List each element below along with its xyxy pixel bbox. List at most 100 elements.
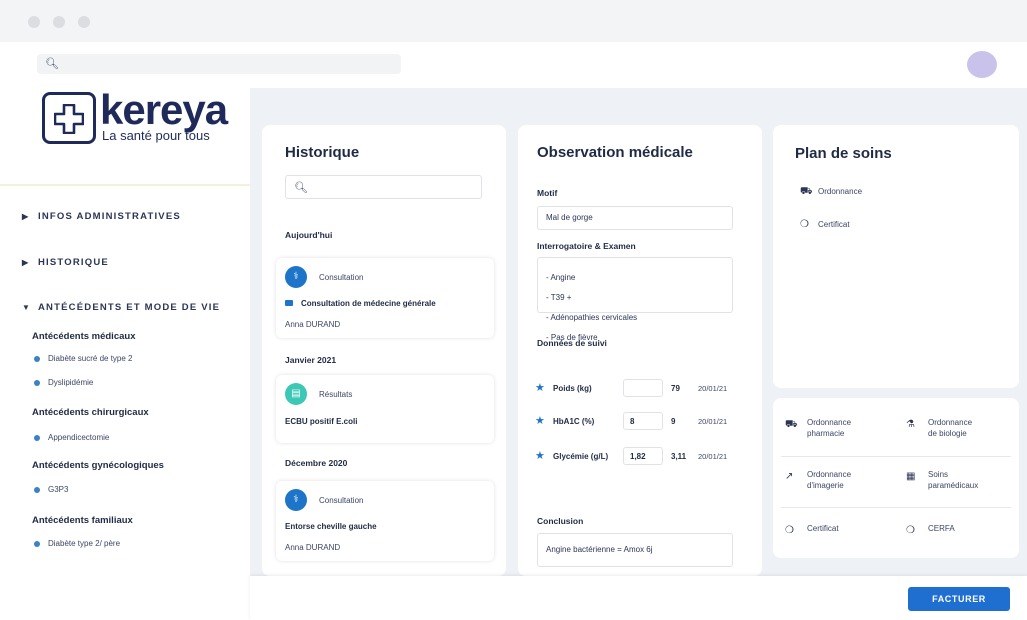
caret-right-icon: ▶	[22, 212, 30, 221]
action-ordonnance-imagerie[interactable]: ↗ Ordonnance d'imagerie	[785, 469, 885, 493]
suivi-value: 3,11	[671, 452, 687, 461]
folder-icon	[285, 300, 293, 306]
exam-textarea[interactable]: - Angine - T39 + - Adénopathies cervical…	[537, 257, 733, 342]
window-close-dot[interactable]	[28, 16, 40, 28]
facturer-button[interactable]: FACTURER	[908, 587, 1010, 611]
observation-title: Observation médicale	[537, 144, 693, 161]
antecedent-text: G3P3	[48, 485, 69, 494]
star-icon[interactable]: ★	[535, 449, 545, 462]
action-label: Ordonnance de biologie	[928, 418, 973, 438]
history-entry-consultation[interactable]: ⚕ Consultation Consultation de médecine …	[276, 258, 494, 338]
nav-historique[interactable]: ▶ HISTORIQUE	[22, 257, 109, 268]
history-entry-results[interactable]: ▤ Résultats ECBU positif E.coli	[276, 375, 494, 443]
window-maximize-dot[interactable]	[78, 16, 90, 28]
certificate-icon: ❍	[800, 219, 809, 230]
caret-down-icon: ▼	[22, 303, 32, 312]
action-ordonnance-pharmacie[interactable]: ⛟ Ordonnance pharmacie	[785, 417, 885, 441]
action-label: Certificat	[807, 524, 839, 533]
exam-label: Interrogatoire & Examen	[537, 241, 636, 251]
lab-results-icon: ▤	[285, 383, 307, 405]
plan-item-certificat[interactable]: ❍ Certificat	[800, 219, 850, 230]
suivi-row-hba1c: ★ HbA1C (%) 8 9 20/01/21	[535, 412, 755, 432]
motif-input[interactable]: Mal de gorge	[537, 206, 733, 230]
entry-description: ECBU positif E.coli	[285, 417, 358, 426]
suivi-value: 79	[671, 384, 680, 393]
truck-icon: ⛟	[785, 419, 798, 430]
action-soins-paramedicaux[interactable]: ▦ Soins paramédicaux	[906, 469, 1006, 493]
window-minimize-dot[interactable]	[53, 16, 65, 28]
bullet-icon	[34, 355, 40, 362]
divider	[781, 507, 1011, 508]
sidebar-divider	[0, 184, 250, 186]
top-search-input[interactable]: 🔍︎	[37, 54, 401, 74]
plan-title: Plan de soins	[795, 145, 892, 162]
suivi-input[interactable]: 8	[623, 412, 663, 430]
suivi-metric-label: Glycémie (g/L)	[553, 452, 609, 461]
action-cerfa[interactable]: ❍ CERFA	[906, 523, 1006, 537]
history-date-dec-2020: Décembre 2020	[285, 458, 348, 468]
history-date-jan-2021: Janvier 2021	[285, 355, 337, 365]
exam-line: - T39 +	[546, 293, 572, 302]
conclusion-label: Conclusion	[537, 516, 584, 526]
history-entry-consultation-2[interactable]: ⚕ Consultation Entorse cheville gauche A…	[276, 481, 494, 561]
antecedents-familiaux-title: Antécédents familiaux	[32, 515, 133, 526]
entry-type: Consultation	[319, 273, 364, 282]
nav-infos-administratives[interactable]: ▶ INFOS ADMINISTRATIVES	[22, 211, 181, 222]
bullet-icon	[34, 379, 40, 386]
history-search-input[interactable]: 🔍︎	[285, 175, 482, 199]
cerfa-icon: ❍	[906, 525, 915, 536]
antecedents-gynecologiques-title: Antécédents gynécologiques	[32, 460, 164, 471]
exam-line: - Angine	[546, 273, 576, 282]
care-icon: ▦	[906, 471, 916, 482]
stethoscope-icon: ⚕	[285, 266, 307, 288]
search-icon: 🔍︎	[45, 58, 59, 70]
search-icon: 🔍︎	[294, 182, 308, 194]
history-date-today: Aujourd'hui	[285, 230, 333, 240]
action-label: Ordonnance pharmacie	[807, 418, 852, 438]
logo-cross-icon	[42, 92, 96, 144]
plan-card	[773, 125, 1019, 388]
entry-author: Anna DURAND	[285, 543, 341, 552]
suivi-input[interactable]	[623, 379, 663, 397]
plan-item-ordonnance[interactable]: ⛟ Ordonnance	[800, 186, 862, 199]
brand-name: kereya	[100, 86, 228, 133]
flask-icon: ⚗	[906, 419, 915, 430]
certificate-icon: ❍	[785, 525, 794, 536]
caret-right-icon: ▶	[22, 258, 30, 267]
suivi-row-poids: ★ Poids (kg) 79 20/01/21	[535, 379, 755, 399]
stethoscope-icon: ⚕	[285, 489, 307, 511]
kereya-logo: kereya La santé pour tous	[42, 86, 242, 148]
suivi-date: 20/01/21	[698, 452, 728, 461]
suivi-input[interactable]: 1,82	[623, 447, 663, 465]
bullet-icon	[34, 486, 40, 493]
nav-label: INFOS ADMINISTRATIVES	[38, 211, 181, 222]
entry-description: Entorse cheville gauche	[285, 522, 377, 531]
nav-label: HISTORIQUE	[38, 257, 109, 268]
window-titlebar	[0, 0, 1027, 42]
antecedent-text: Dyslipidémie	[48, 378, 94, 387]
nav-antecedents[interactable]: ▼ ANTÉCÉDENTS ET MODE DE VIE	[22, 302, 220, 313]
historique-title: Historique	[285, 144, 360, 161]
motif-label: Motif	[537, 188, 558, 198]
antecedent-text: Diabète type 2/ père	[48, 539, 121, 548]
star-icon[interactable]: ★	[535, 414, 545, 427]
truck-icon: ⛟	[800, 186, 813, 197]
scan-icon: ↗	[785, 471, 794, 482]
user-avatar[interactable]	[967, 51, 997, 78]
action-certificat[interactable]: ❍ Certificat	[785, 523, 885, 537]
antecedents-chirurgicaux-title: Antécédents chirurgicaux	[32, 407, 149, 418]
nav-label: ANTÉCÉDENTS ET MODE DE VIE	[38, 302, 221, 313]
suivi-date: 20/01/21	[698, 384, 728, 393]
plan-item-label: Certificat	[818, 220, 850, 229]
star-icon[interactable]: ★	[535, 381, 545, 394]
conclusion-input[interactable]: Angine bactérienne = Amox 6j	[537, 533, 733, 567]
action-ordonnance-biologie[interactable]: ⚗ Ordonnance de biologie	[906, 417, 1006, 441]
bullet-icon	[34, 434, 40, 441]
suivi-date: 20/01/21	[698, 417, 728, 426]
antecedent-item: G3P3	[34, 485, 68, 494]
action-label: CERFA	[928, 524, 955, 533]
antecedent-item: Diabète type 2/ père	[34, 539, 120, 548]
antecedent-item: Dyslipidémie	[34, 378, 93, 387]
bullet-icon	[34, 540, 40, 547]
antecedent-item: Appendicectomie	[34, 433, 109, 442]
